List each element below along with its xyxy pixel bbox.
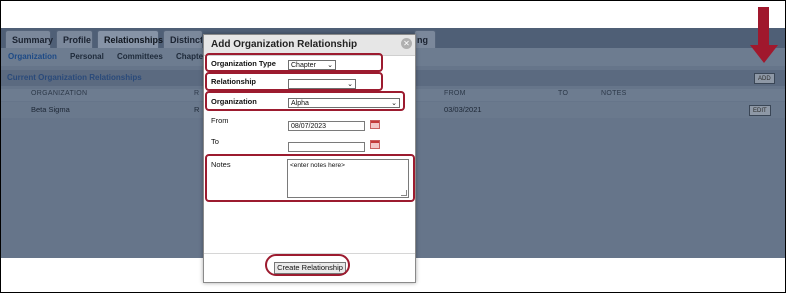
col-to: TO xyxy=(558,90,569,97)
tab-partial[interactable]: ng xyxy=(414,30,436,48)
subnav-committees[interactable]: Committees xyxy=(117,52,163,61)
calendar-icon[interactable] xyxy=(370,140,380,149)
highlight-organization-type xyxy=(205,53,383,72)
highlight-notes xyxy=(205,154,415,202)
tab-relationships[interactable]: Relationships xyxy=(97,30,163,48)
tab-summary[interactable]: Summary xyxy=(5,30,53,48)
from-date-input[interactable]: 08/07/2023 xyxy=(288,121,365,131)
col-r: R xyxy=(194,90,200,97)
arrow-down-icon xyxy=(750,45,778,63)
dialog-title: Add Organization Relationship xyxy=(211,39,358,50)
highlight-relationship xyxy=(205,72,383,91)
row-organization: Beta Sigma xyxy=(31,105,70,114)
col-organization: ORGANIZATION xyxy=(31,90,88,97)
to-label: To xyxy=(211,137,219,146)
tab-distinctions[interactable]: Distinctio xyxy=(163,30,203,48)
subnav-organization[interactable]: Organization xyxy=(8,52,57,61)
edit-button[interactable]: EDIT xyxy=(749,105,771,116)
highlight-create-button xyxy=(265,254,350,276)
col-from: FROM xyxy=(444,90,466,97)
calendar-icon[interactable] xyxy=(370,120,380,129)
row-relationship: R xyxy=(194,105,200,114)
subnav-personal[interactable]: Personal xyxy=(70,52,104,61)
subnav-chapters[interactable]: Chapte xyxy=(176,52,203,61)
from-label: From xyxy=(211,116,229,125)
highlight-organization xyxy=(205,91,405,111)
to-date-input[interactable] xyxy=(288,142,365,152)
tab-profile[interactable]: Profile xyxy=(56,30,93,48)
screenshot-frame: Summary Profile Relationships Distinctio… xyxy=(0,0,786,293)
arrow-annotation xyxy=(758,7,769,47)
section-title: Current Organization Relationships xyxy=(7,73,142,82)
row-from: 03/03/2021 xyxy=(444,105,482,114)
col-notes: NOTES xyxy=(601,90,627,97)
close-icon[interactable]: ✕ xyxy=(401,38,412,49)
add-button[interactable]: ADD xyxy=(754,73,775,84)
